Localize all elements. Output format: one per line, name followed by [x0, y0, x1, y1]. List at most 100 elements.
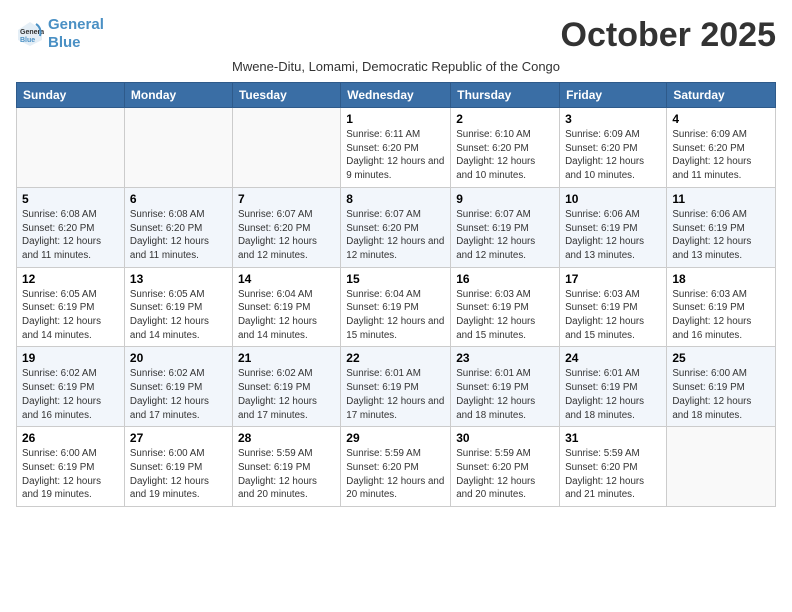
- day-number: 12: [22, 272, 119, 286]
- calendar-cell: 15Sunrise: 6:04 AM Sunset: 6:19 PM Dayli…: [341, 267, 451, 347]
- calendar-week-4: 19Sunrise: 6:02 AM Sunset: 6:19 PM Dayli…: [17, 347, 776, 427]
- day-info: Sunrise: 6:10 AM Sunset: 6:20 PM Dayligh…: [456, 128, 554, 183]
- calendar-cell: 31 Sunrise: 5:59 AM Sunset: 6:20 PM Dayli…: [560, 427, 667, 507]
- day-number: 13: [130, 272, 227, 286]
- subtitle: Mwene-Ditu, Lomami, Democratic Republic …: [16, 59, 776, 74]
- calendar-cell: [124, 108, 232, 188]
- calendar-cell: 16Sunrise: 6:03 AM Sunset: 6:19 PM Dayli…: [451, 267, 560, 347]
- calendar-cell: 5Sunrise: 6:08 AM Sunset: 6:20 PM Daylig…: [17, 187, 125, 267]
- calendar-cell: 11Sunrise: 6:06 AM Sunset: 6:19 PM Dayli…: [667, 187, 776, 267]
- weekday-header-saturday: Saturday: [667, 83, 776, 108]
- day-number: 24: [565, 351, 661, 365]
- calendar-table: SundayMondayTuesdayWednesdayThursdayFrid…: [16, 82, 776, 507]
- calendar-cell: 26Sunrise: 6:00 AM Sunset: 6:19 PM Dayli…: [17, 427, 125, 507]
- day-number: 30: [456, 431, 554, 445]
- calendar-cell: 23 Sunrise: 6:01 AM Sunset: 6:19 PM Dayli…: [451, 347, 560, 427]
- weekday-header-row: SundayMondayTuesdayWednesdayThursdayFrid…: [17, 83, 776, 108]
- day-number: 22: [346, 351, 445, 365]
- day-info: Sunrise: 6:00 AM Sunset: 6:19 PM Dayligh…: [672, 367, 770, 422]
- day-info: Sunrise: 5:59 AM Sunset: 6:19 PM Dayligh…: [238, 447, 335, 502]
- day-number: 10: [565, 192, 661, 206]
- page-header: General Blue General Blue October 2025: [16, 16, 776, 55]
- weekday-header-sunday: Sunday: [17, 83, 125, 108]
- calendar-cell: [667, 427, 776, 507]
- day-info: Sunrise: 6:03 AM Sunset: 6:19 PM Dayligh…: [565, 288, 661, 343]
- day-number: 28: [238, 431, 335, 445]
- day-number: 27: [130, 431, 227, 445]
- calendar-week-1: 1Sunrise: 6:11 AM Sunset: 6:20 PM Daylig…: [17, 108, 776, 188]
- calendar-cell: 22 Sunrise: 6:01 AM Sunset: 6:19 PM Dayli…: [341, 347, 451, 427]
- day-info: Sunrise: 6:07 AM Sunset: 6:20 PM Dayligh…: [238, 208, 335, 263]
- day-info: Sunrise: 6:05 AM Sunset: 6:19 PM Dayligh…: [130, 288, 227, 343]
- weekday-header-tuesday: Tuesday: [232, 83, 340, 108]
- day-info: Sunrise: 6:02 AM Sunset: 6:19 PM Dayligh…: [22, 367, 119, 422]
- calendar-cell: 28 Sunrise: 5:59 AM Sunset: 6:19 PM Dayli…: [232, 427, 340, 507]
- calendar-cell: 3 Sunrise: 6:09 AM Sunset: 6:20 PM Daylig…: [560, 108, 667, 188]
- calendar-cell: 2 Sunrise: 6:10 AM Sunset: 6:20 PM Daylig…: [451, 108, 560, 188]
- calendar-week-5: 26Sunrise: 6:00 AM Sunset: 6:19 PM Dayli…: [17, 427, 776, 507]
- day-number: 25: [672, 351, 770, 365]
- weekday-header-wednesday: Wednesday: [341, 83, 451, 108]
- day-info: Sunrise: 6:09 AM Sunset: 6:20 PM Dayligh…: [565, 128, 661, 183]
- calendar-cell: 13 Sunrise: 6:05 AM Sunset: 6:19 PM Dayli…: [124, 267, 232, 347]
- calendar-cell: [232, 108, 340, 188]
- day-info: Sunrise: 6:07 AM Sunset: 6:20 PM Dayligh…: [346, 208, 445, 263]
- calendar-week-2: 5Sunrise: 6:08 AM Sunset: 6:20 PM Daylig…: [17, 187, 776, 267]
- day-number: 29: [346, 431, 445, 445]
- calendar-cell: 10 Sunrise: 6:06 AM Sunset: 6:19 PM Dayli…: [560, 187, 667, 267]
- day-info: Sunrise: 6:02 AM Sunset: 6:19 PM Dayligh…: [238, 367, 335, 422]
- calendar-cell: 12 Sunrise: 6:05 AM Sunset: 6:19 PM Dayli…: [17, 267, 125, 347]
- day-info: Sunrise: 5:59 AM Sunset: 6:20 PM Dayligh…: [346, 447, 445, 502]
- calendar-cell: 18Sunrise: 6:03 AM Sunset: 6:19 PM Dayli…: [667, 267, 776, 347]
- day-info: Sunrise: 6:04 AM Sunset: 6:19 PM Dayligh…: [238, 288, 335, 343]
- day-number: 21: [238, 351, 335, 365]
- day-info: Sunrise: 6:01 AM Sunset: 6:19 PM Dayligh…: [565, 367, 661, 422]
- calendar-cell: 17 Sunrise: 6:03 AM Sunset: 6:19 PM Dayli…: [560, 267, 667, 347]
- day-info: Sunrise: 6:03 AM Sunset: 6:19 PM Dayligh…: [456, 288, 554, 343]
- day-number: 5: [22, 192, 119, 206]
- day-number: 4: [672, 112, 770, 126]
- logo: General Blue General Blue: [16, 16, 104, 52]
- day-number: 9: [456, 192, 554, 206]
- day-number: 31: [565, 431, 661, 445]
- day-number: 3: [565, 112, 661, 126]
- calendar-cell: 19Sunrise: 6:02 AM Sunset: 6:19 PM Dayli…: [17, 347, 125, 427]
- calendar-cell: 7Sunrise: 6:07 AM Sunset: 6:20 PM Daylig…: [232, 187, 340, 267]
- logo-text: General Blue: [48, 16, 104, 52]
- day-info: Sunrise: 6:04 AM Sunset: 6:19 PM Dayligh…: [346, 288, 445, 343]
- calendar-cell: 1Sunrise: 6:11 AM Sunset: 6:20 PM Daylig…: [341, 108, 451, 188]
- day-info: Sunrise: 6:06 AM Sunset: 6:19 PM Dayligh…: [565, 208, 661, 263]
- weekday-header-friday: Friday: [560, 83, 667, 108]
- calendar-cell: 8 Sunrise: 6:07 AM Sunset: 6:20 PM Daylig…: [341, 187, 451, 267]
- day-info: Sunrise: 6:09 AM Sunset: 6:20 PM Dayligh…: [672, 128, 770, 183]
- day-number: 8: [346, 192, 445, 206]
- day-info: Sunrise: 6:00 AM Sunset: 6:19 PM Dayligh…: [130, 447, 227, 502]
- calendar-cell: 21 Sunrise: 6:02 AM Sunset: 6:19 PM Dayli…: [232, 347, 340, 427]
- day-number: 20: [130, 351, 227, 365]
- calendar-cell: 14 Sunrise: 6:04 AM Sunset: 6:19 PM Dayli…: [232, 267, 340, 347]
- logo-icon: General Blue: [16, 20, 44, 48]
- day-number: 23: [456, 351, 554, 365]
- day-info: Sunrise: 6:01 AM Sunset: 6:19 PM Dayligh…: [456, 367, 554, 422]
- calendar-cell: 4 Sunrise: 6:09 AM Sunset: 6:20 PM Daylig…: [667, 108, 776, 188]
- day-info: Sunrise: 6:05 AM Sunset: 6:19 PM Dayligh…: [22, 288, 119, 343]
- calendar-cell: 27 Sunrise: 6:00 AM Sunset: 6:19 PM Dayli…: [124, 427, 232, 507]
- day-number: 2: [456, 112, 554, 126]
- day-number: 6: [130, 192, 227, 206]
- weekday-header-monday: Monday: [124, 83, 232, 108]
- day-info: Sunrise: 5:59 AM Sunset: 6:20 PM Dayligh…: [456, 447, 554, 502]
- day-number: 1: [346, 112, 445, 126]
- calendar-week-3: 12 Sunrise: 6:05 AM Sunset: 6:19 PM Dayli…: [17, 267, 776, 347]
- day-info: Sunrise: 6:01 AM Sunset: 6:19 PM Dayligh…: [346, 367, 445, 422]
- weekday-header-thursday: Thursday: [451, 83, 560, 108]
- day-info: Sunrise: 5:59 AM Sunset: 6:20 PM Dayligh…: [565, 447, 661, 502]
- day-number: 11: [672, 192, 770, 206]
- svg-text:Blue: Blue: [20, 37, 35, 44]
- day-number: 17: [565, 272, 661, 286]
- day-number: 14: [238, 272, 335, 286]
- day-info: Sunrise: 6:03 AM Sunset: 6:19 PM Dayligh…: [672, 288, 770, 343]
- calendar-cell: 20Sunrise: 6:02 AM Sunset: 6:19 PM Dayli…: [124, 347, 232, 427]
- calendar-cell: 9Sunrise: 6:07 AM Sunset: 6:19 PM Daylig…: [451, 187, 560, 267]
- day-info: Sunrise: 6:00 AM Sunset: 6:19 PM Dayligh…: [22, 447, 119, 502]
- calendar-cell: 29 Sunrise: 5:59 AM Sunset: 6:20 PM Dayli…: [341, 427, 451, 507]
